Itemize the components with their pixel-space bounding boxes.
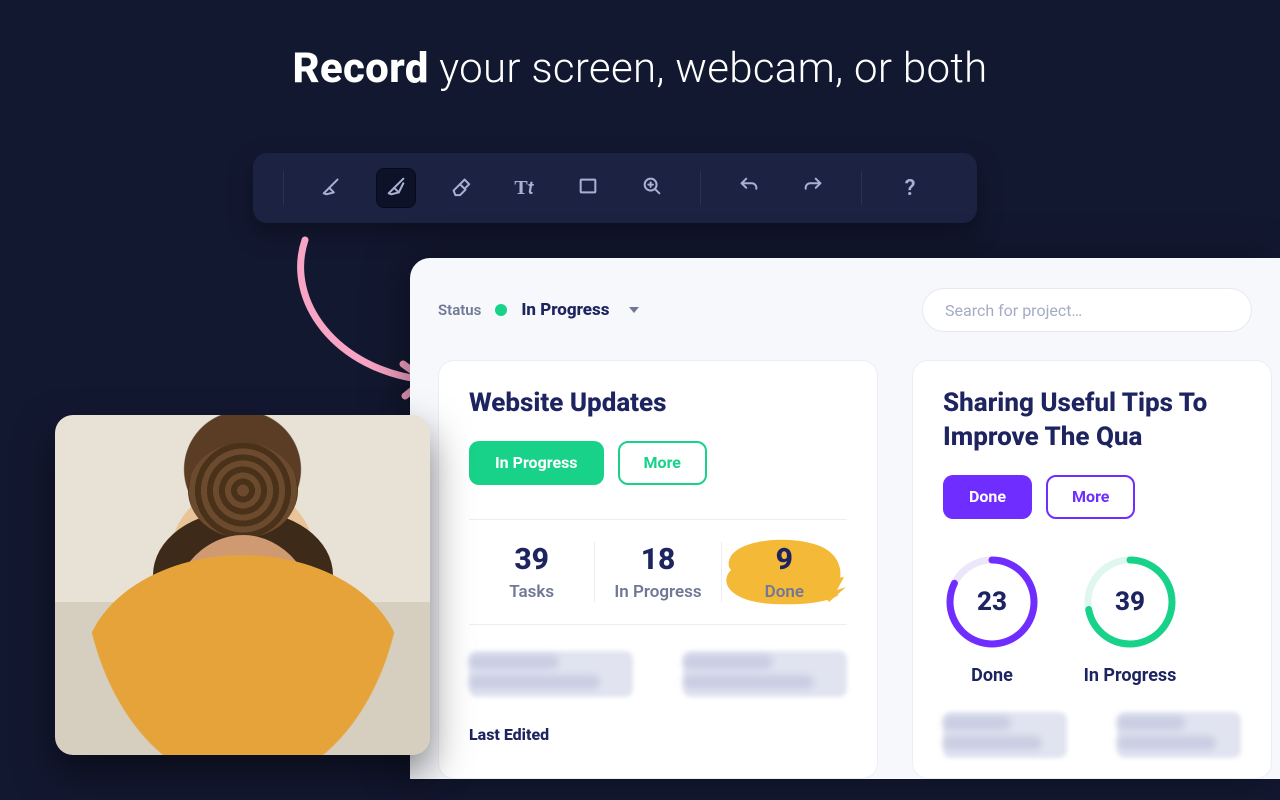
webcam-thumbnail[interactable]: [55, 415, 430, 755]
brush-icon: [385, 175, 407, 201]
blurred-value: [1117, 712, 1241, 758]
stats-row: 39 Tasks 18 In Progress 9 Done: [469, 519, 847, 625]
chevron-down-icon[interactable]: [629, 307, 639, 313]
stat-label: Tasks: [469, 582, 594, 602]
blurred-value: [943, 712, 1067, 758]
progress-rings: 23 Done 39 In Progress: [943, 553, 1241, 686]
ring-done: 23 Done: [943, 553, 1041, 686]
card-title: Sharing Useful Tips To Improve The Qua: [943, 387, 1241, 455]
blurred-value: [683, 651, 847, 697]
ring-label: Done: [971, 665, 1013, 686]
stat-number: 18: [595, 542, 720, 577]
eraser-icon: [449, 175, 471, 201]
more-button[interactable]: More: [1046, 475, 1135, 519]
stat-in-progress: 18 In Progress: [594, 542, 720, 602]
dashboard-topbar: Status In Progress Search for project…: [438, 288, 1252, 332]
status-pill-in-progress[interactable]: In Progress: [469, 441, 604, 485]
stat-number: 39: [469, 542, 594, 577]
help-button[interactable]: ?: [890, 168, 930, 208]
eraser-tool[interactable]: [440, 168, 480, 208]
zoom-in-tool[interactable]: [632, 168, 672, 208]
status-pill-done[interactable]: Done: [943, 475, 1032, 519]
marker-tool[interactable]: [312, 168, 352, 208]
project-card-sharing-tips[interactable]: Sharing Useful Tips To Improve The Qua D…: [912, 360, 1272, 779]
more-button[interactable]: More: [618, 441, 707, 485]
blurred-meta-row: [469, 651, 847, 697]
blurred-meta-row: [943, 712, 1241, 758]
headline-rest: your screen, webcam, or both: [429, 44, 988, 93]
status-label: Status: [438, 301, 481, 319]
status-dot-icon: [495, 304, 507, 316]
status-value[interactable]: In Progress: [521, 300, 609, 320]
stat-number: 9: [722, 542, 847, 577]
blurred-value: [469, 651, 633, 697]
undo-button[interactable]: [729, 168, 769, 208]
search-input[interactable]: Search for project…: [922, 288, 1252, 332]
ring-in-progress: 39 In Progress: [1081, 553, 1179, 686]
toolbar-separator: [700, 171, 701, 205]
project-card-website-updates[interactable]: Website Updates In Progress More 39 Task…: [438, 360, 878, 779]
help-icon: ?: [905, 176, 916, 201]
stat-label: In Progress: [595, 582, 720, 602]
headline-bold: Record: [292, 44, 428, 93]
text-icon: Tt: [514, 177, 533, 200]
toolbar-separator: [861, 171, 862, 205]
dashboard-window: Status In Progress Search for project… W…: [410, 258, 1280, 779]
stat-done: 9 Done: [721, 542, 847, 602]
ring-number: 39: [1081, 553, 1179, 651]
ring-label: In Progress: [1084, 665, 1177, 686]
last-edited-label: Last Edited: [469, 725, 847, 744]
redo-icon: [802, 175, 824, 201]
text-tool[interactable]: Tt: [504, 168, 544, 208]
redo-button[interactable]: [793, 168, 833, 208]
rectangle-tool[interactable]: [568, 168, 608, 208]
rectangle-icon: [577, 175, 599, 201]
stat-label: Done: [722, 582, 847, 602]
annotation-toolbar: Tt ?: [253, 153, 977, 223]
undo-icon: [738, 175, 760, 201]
zoom-in-icon: [641, 175, 663, 201]
card-title: Website Updates: [469, 387, 847, 421]
search-placeholder: Search for project…: [945, 301, 1082, 320]
stat-tasks: 39 Tasks: [469, 542, 594, 602]
cards-row: Website Updates In Progress More 39 Task…: [438, 360, 1252, 779]
marketing-headline: Record your screen, webcam, or both: [0, 44, 1280, 93]
marker-icon: [321, 175, 343, 201]
ring-number: 23: [943, 553, 1041, 651]
brush-tool[interactable]: [376, 168, 416, 208]
toolbar-separator: [283, 171, 284, 205]
